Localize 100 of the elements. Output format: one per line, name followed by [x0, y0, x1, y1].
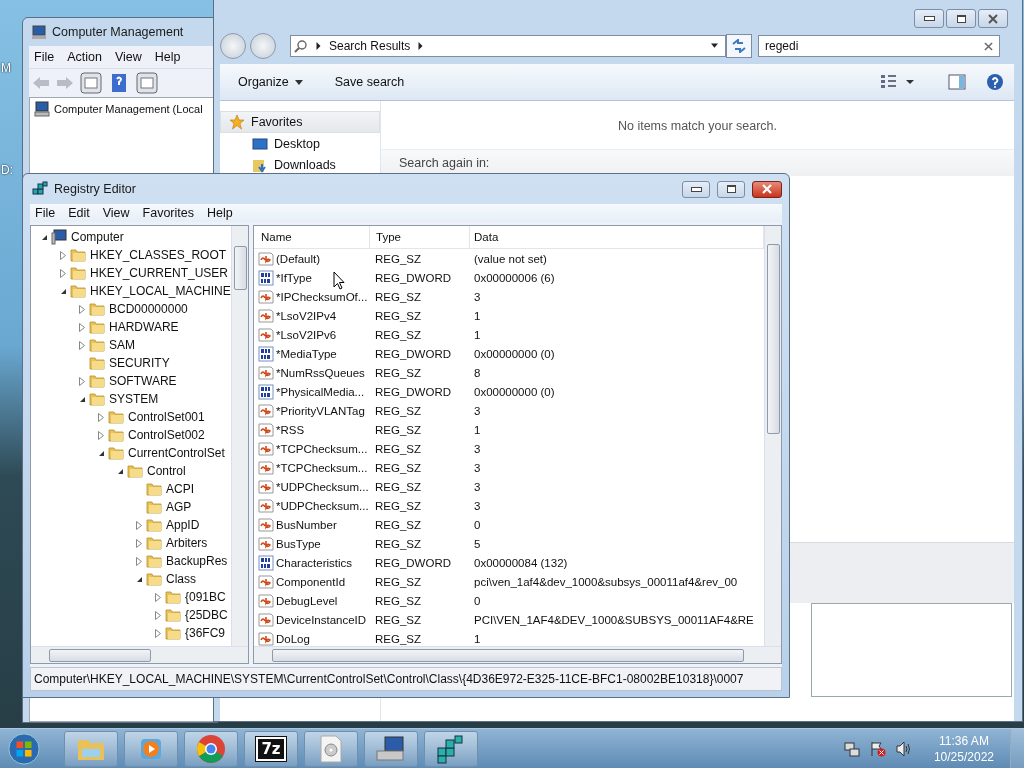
console-tree-icon[interactable]	[80, 72, 102, 94]
scrollbar[interactable]	[31, 646, 248, 663]
refresh-button[interactable]	[726, 34, 752, 58]
taskbar-button[interactable]	[184, 730, 238, 767]
menu-item[interactable]: Edit	[63, 205, 98, 221]
menu-item[interactable]: View	[97, 205, 138, 221]
forward-button[interactable]	[250, 33, 276, 59]
collapse-arrow-icon[interactable]	[78, 395, 86, 403]
tree-item[interactable]: {36FC9	[183, 626, 226, 640]
expand-arrow-icon[interactable]	[60, 250, 66, 260]
value-name[interactable]: *IPChecksumOf...	[276, 290, 368, 303]
column-header[interactable]: Type	[370, 226, 470, 248]
value-name[interactable]: BusNumber	[276, 518, 337, 531]
menu-item[interactable]: Action	[62, 49, 110, 65]
value-name[interactable]: *NumRssQueues	[276, 366, 365, 379]
speaker-icon[interactable]	[895, 740, 912, 757]
expand-arrow-icon[interactable]	[79, 376, 85, 386]
tree-item[interactable]: AGP	[164, 500, 192, 514]
expand-arrow-icon[interactable]	[60, 268, 66, 278]
menu-item[interactable]: File	[30, 205, 64, 221]
toolbar-button[interactable]: Organize	[232, 72, 309, 92]
scrollbar[interactable]	[254, 646, 781, 663]
tree-item[interactable]: SECURITY	[107, 356, 170, 370]
value-name[interactable]: *PhysicalMedia...	[276, 385, 365, 398]
nav-item[interactable]: Desktop	[274, 136, 320, 151]
value-name[interactable]: *TCPChecksum...	[276, 442, 368, 455]
tree-item[interactable]: ControlSet002	[126, 428, 205, 442]
value-name[interactable]: *IfType	[276, 271, 312, 284]
tree-item[interactable]: HKEY_CLASSES_ROOT	[88, 248, 227, 262]
tree-item[interactable]: Control	[145, 464, 186, 478]
tree-item[interactable]: BCD00000000	[107, 302, 188, 316]
collapse-arrow-icon[interactable]	[59, 287, 67, 295]
expand-arrow-icon[interactable]	[79, 304, 85, 314]
tree-item[interactable]: HARDWARE	[107, 320, 179, 334]
tree-item[interactable]: {091BC	[183, 590, 226, 604]
expand-arrow-icon[interactable]	[136, 556, 142, 566]
value-name[interactable]: *UDPChecksum...	[276, 480, 369, 493]
menu-item[interactable]: Help	[202, 205, 241, 221]
clear-icon[interactable]	[984, 41, 993, 51]
collapse-arrow-icon[interactable]	[40, 233, 48, 241]
taskbar-button[interactable]	[424, 730, 478, 767]
value-name[interactable]: Characteristics	[276, 556, 353, 569]
back-button[interactable]	[220, 33, 246, 59]
preview-pane-icon[interactable]	[948, 73, 966, 91]
tree-item[interactable]: HKEY_CURRENT_USER	[88, 266, 229, 280]
expand-arrow-icon[interactable]	[98, 412, 104, 422]
scrollbar[interactable]	[764, 226, 781, 646]
expand-arrow-icon[interactable]	[79, 340, 85, 350]
expand-arrow-icon[interactable]	[136, 520, 142, 530]
value-name[interactable]: *LsoV2IPv6	[276, 328, 337, 341]
value-name[interactable]: *TCPChecksum...	[276, 461, 368, 474]
tree-item[interactable]: {25DBC	[183, 608, 228, 622]
column-header[interactable]: Name	[254, 226, 370, 248]
tree-item[interactable]: Computer Management (Local	[54, 103, 203, 115]
value-name[interactable]: *MediaType	[276, 347, 337, 360]
expand-arrow-icon[interactable]	[79, 322, 85, 332]
help-icon[interactable]	[986, 73, 1004, 91]
tree-item[interactable]: SYSTEM	[107, 392, 159, 406]
expand-arrow-icon[interactable]	[155, 610, 161, 620]
value-name[interactable]: *RSS	[276, 423, 305, 436]
tree-item[interactable]: ControlSet001	[126, 410, 205, 424]
tree-item[interactable]: AppID	[164, 518, 200, 532]
value-name[interactable]: ComponentId	[276, 575, 346, 588]
tree-item[interactable]: Computer	[69, 230, 124, 244]
expand-arrow-icon[interactable]	[155, 592, 161, 602]
toolbar-button[interactable]: Save search	[328, 72, 411, 92]
value-name[interactable]: DeviceInstanceID	[276, 613, 367, 626]
tree-item[interactable]: ACPI	[164, 482, 194, 496]
value-name[interactable]: *UDPChecksum...	[276, 499, 369, 512]
minimize-button[interactable]	[914, 9, 944, 28]
action-pane-icon[interactable]	[136, 72, 158, 94]
address-bar[interactable]: Search Results	[290, 35, 726, 57]
flag-warning-icon[interactable]	[869, 740, 886, 757]
close-button[interactable]	[752, 180, 782, 198]
tree-item[interactable]: CurrentControlSet	[126, 446, 225, 460]
tree-item[interactable]: BackupRes	[164, 554, 228, 568]
maximize-button[interactable]	[946, 9, 976, 28]
taskbar-button[interactable]	[364, 730, 418, 767]
tree-item[interactable]: SOFTWARE	[107, 374, 177, 388]
collapse-arrow-icon[interactable]	[116, 467, 124, 475]
view-options-icon[interactable]	[880, 74, 914, 90]
collapse-arrow-icon[interactable]	[97, 449, 105, 457]
value-name[interactable]: (Default)	[276, 252, 321, 265]
tree-item[interactable]: SAM	[107, 338, 135, 352]
menu-item[interactable]: Help	[149, 49, 189, 65]
maximize-button[interactable]	[717, 180, 745, 198]
tree-item[interactable]: Arbiters	[164, 536, 208, 550]
collapse-arrow-icon[interactable]	[135, 575, 143, 583]
expand-arrow-icon[interactable]	[155, 628, 161, 638]
value-name[interactable]: BusType	[276, 537, 321, 550]
menu-item[interactable]: File	[29, 49, 63, 65]
nav-header[interactable]: Favorites	[220, 111, 380, 133]
taskbar-button[interactable]: 7z	[244, 730, 298, 767]
menu-item[interactable]: View	[109, 49, 150, 65]
close-button[interactable]	[978, 9, 1008, 28]
search-field[interactable]: regedi	[758, 35, 1000, 57]
taskbar-button[interactable]	[304, 730, 358, 767]
tree-item[interactable]: HKEY_LOCAL_MACHINE	[88, 284, 231, 298]
tree-item[interactable]: Class	[164, 572, 196, 586]
value-name[interactable]: DebugLevel	[276, 594, 338, 607]
